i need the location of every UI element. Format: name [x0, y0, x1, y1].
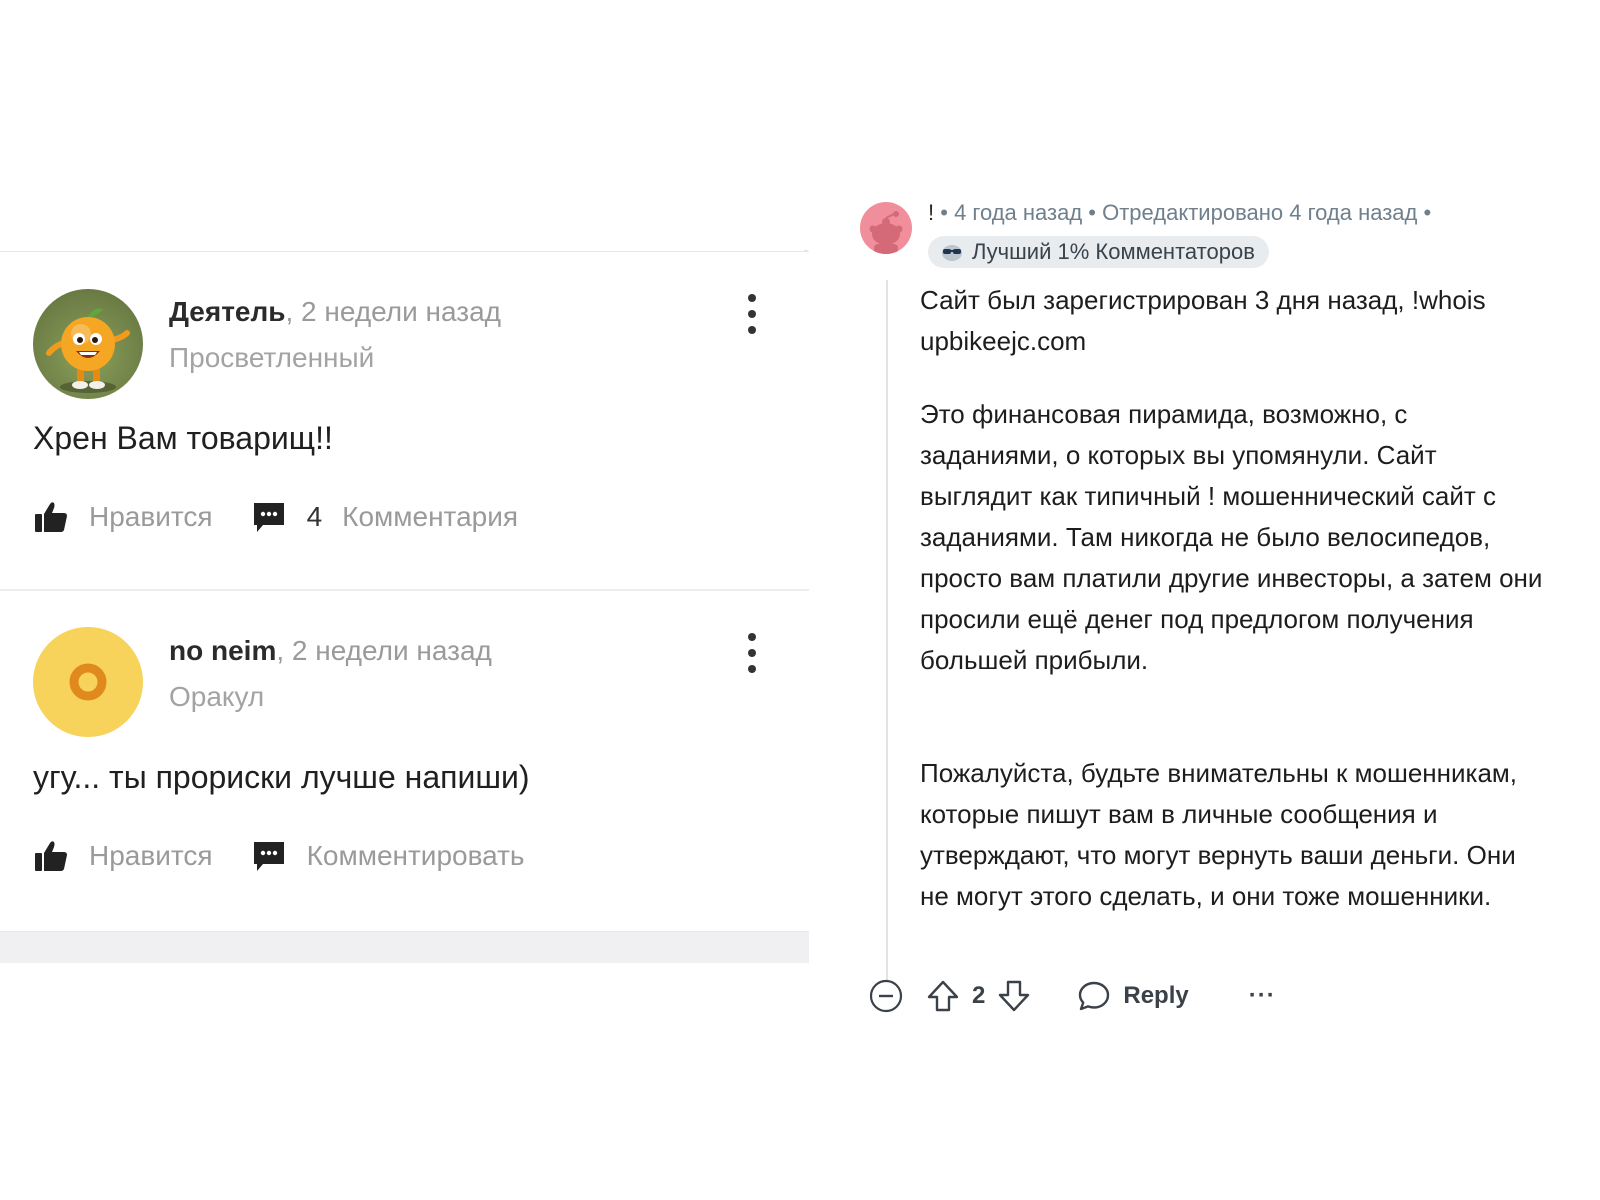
comment-time: • 4 года назад • Отредактировано 4 года …: [940, 200, 1432, 225]
snoo-icon: [869, 211, 903, 254]
comment-paragraph: Сайт был зарегистрирован 3 дня назад, !w…: [920, 285, 1486, 356]
footer-bar: [0, 931, 809, 963]
upvote-button[interactable]: [926, 979, 960, 1013]
orange-mascot-icon: [46, 308, 130, 393]
vote-count: 2: [972, 982, 986, 1009]
like-label: Нравится: [89, 501, 213, 532]
comment-label: Комментировать: [306, 840, 525, 871]
reply-bubble-icon: [1079, 981, 1110, 1011]
comment-paragraph: Это финансовая пирамида, возможно, с зад…: [920, 399, 1543, 675]
author-rank: Просветленный: [169, 342, 375, 373]
ring-avatar-icon: [69, 663, 107, 701]
comment-actions: 2 Reply ···: [868, 976, 1276, 1016]
comments-label: Комментария: [342, 501, 519, 532]
upvote-arrow-icon: [927, 980, 959, 1012]
like-button[interactable]: Нравится: [33, 838, 213, 874]
downvote-button[interactable]: [997, 979, 1031, 1013]
comment-actions: Нравится 4 Комментария: [33, 497, 518, 537]
comment-bubble-icon: [253, 503, 284, 532]
comment-card: no neim, 2 недели назад Оракул угу... ты…: [0, 591, 809, 931]
kebab-menu-icon[interactable]: [746, 633, 758, 673]
author-rank: Оракул: [169, 681, 265, 712]
comments-button[interactable]: 4 Комментария: [251, 499, 518, 535]
comment-meta: Деятель, 2 недели назад: [169, 296, 501, 328]
kebab-menu-icon[interactable]: [746, 294, 758, 334]
thumbs-up-icon: [35, 841, 67, 871]
flair-label: Лучший 1% Комментаторов: [972, 239, 1255, 264]
like-label: Нравится: [89, 840, 213, 871]
more-options-button[interactable]: ···: [1249, 982, 1276, 1010]
collapse-minus-icon: [869, 979, 903, 1013]
reply-button[interactable]: Reply: [1077, 979, 1189, 1013]
author-name[interactable]: Деятель: [169, 296, 285, 327]
username[interactable]: !: [928, 200, 934, 225]
comments-panel: Деятель, 2 недели назад Просветленный Хр…: [0, 251, 809, 963]
sunglasses-snoo-icon: [942, 245, 962, 261]
author-name[interactable]: no neim: [169, 635, 276, 666]
avatar[interactable]: [33, 627, 143, 737]
comment-meta: no neim, 2 недели назад: [169, 635, 492, 667]
like-button[interactable]: Нравится: [33, 499, 213, 535]
comment-meta: ! • 4 года назад • Отредактировано 4 год…: [928, 200, 1431, 226]
reddit-comment: ! • 4 года назад • Отредактировано 4 год…: [860, 196, 1580, 1056]
comment-text: угу... ты прориски лучше напиши): [33, 759, 530, 795]
user-flair: Лучший 1% Комментаторов: [928, 236, 1269, 268]
comment-text: Хрен Вам товарищ!!: [33, 420, 333, 456]
reply-label: Reply: [1123, 982, 1189, 1009]
comment-time: , 2 недели назад: [276, 635, 492, 666]
avatar[interactable]: [33, 289, 143, 399]
comment-paragraph: Пожалуйста, будьте внимательны к мошенни…: [920, 758, 1518, 911]
comment-card: Деятель, 2 недели назад Просветленный Хр…: [0, 252, 809, 591]
comment-actions: Нравится Комментировать: [33, 836, 525, 876]
collapse-button[interactable]: [868, 978, 904, 1014]
thread-line[interactable]: [886, 280, 888, 1010]
avatar[interactable]: [860, 202, 912, 254]
downvote-arrow-icon: [999, 980, 1030, 1012]
comment-bubble-icon: [253, 842, 284, 871]
comment-count: 4: [306, 501, 323, 532]
comment-time: , 2 недели назад: [285, 296, 502, 327]
comment-button[interactable]: Комментировать: [251, 838, 525, 874]
thumbs-up-icon: [35, 502, 67, 532]
